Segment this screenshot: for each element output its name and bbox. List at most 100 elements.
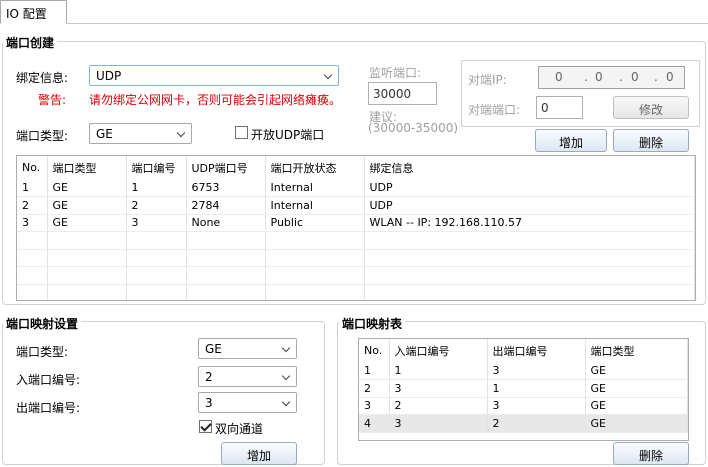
cell: GE: [47, 214, 127, 232]
table-row[interactable]: 1 1 3 GE: [359, 362, 688, 380]
table-row[interactable]: 3 2 3 GE: [359, 397, 688, 415]
table-row-empty: [17, 231, 695, 250]
listen-port-label: 监听端口:: [369, 66, 422, 80]
col-header: No.: [359, 339, 390, 362]
col-header: No.: [17, 156, 48, 179]
chevron-down-icon: [176, 128, 186, 138]
bind-info-value: UDP: [96, 69, 122, 83]
in-port-value: 2: [205, 370, 213, 384]
cell: GE: [47, 179, 127, 197]
tab-io-config[interactable]: IO 配置: [0, 0, 67, 24]
peer-ip-part-4: 0: [666, 70, 674, 84]
cell: 2: [17, 196, 48, 215]
map-table-header: No. 入端口编号 出端口编号 端口类型: [359, 339, 688, 362]
cell: 6753: [186, 179, 266, 197]
peer-port-label: 对端端口:: [468, 103, 521, 117]
chevron-down-icon: [323, 70, 333, 80]
modify-button[interactable]: 修改: [613, 96, 689, 119]
port-table-header: No. 端口类型 端口编号 UDP端口号 端口开放状态 绑定信息: [17, 156, 695, 179]
peer-ip-dot: .: [654, 70, 658, 84]
cell: GE: [585, 362, 688, 380]
table-row[interactable]: 3 GE 3 None Public WLAN -- IP: 192.168.1…: [17, 214, 695, 232]
peer-ip-input[interactable]: 0 . 0 . 0 . 0: [538, 66, 685, 89]
cell: 3: [487, 362, 586, 380]
port-create-legend: 端口创建: [3, 34, 58, 51]
out-port-label: 出端口编号:: [16, 401, 81, 415]
map-type-label: 端口类型:: [16, 345, 69, 359]
cell: GE: [47, 196, 127, 215]
map-table: No. 入端口编号 出端口编号 端口类型 1 1 3 GE 2 3 1 GE 3…: [358, 338, 689, 441]
table-row-empty: [17, 284, 695, 300]
cell: 3: [487, 397, 586, 415]
chevron-down-icon: [281, 343, 291, 353]
table-row-empty: [17, 266, 695, 285]
cell: 3: [389, 414, 488, 433]
cell: Internal: [265, 179, 365, 197]
table-row-empty: [17, 249, 695, 267]
peer-port-input[interactable]: 0: [536, 96, 583, 119]
cell: GE: [585, 414, 688, 433]
add-port-button[interactable]: 增加: [535, 129, 607, 152]
cell: WLAN -- IP: 192.168.110.57: [364, 214, 695, 232]
tab-label: IO 配置: [6, 7, 47, 21]
cell: 3: [126, 214, 187, 232]
add-mapping-button[interactable]: 增加: [221, 442, 297, 465]
col-header: UDP端口号: [186, 156, 266, 179]
cell: GE: [585, 397, 688, 415]
warning-label: 警告:: [38, 93, 67, 107]
col-header: 出端口编号: [487, 339, 586, 362]
bind-info-select[interactable]: UDP: [89, 65, 339, 86]
col-header: 端口类型: [47, 156, 127, 179]
peer-ip-label: 对端IP:: [468, 73, 507, 87]
chevron-down-icon: [281, 371, 291, 381]
port-map-table-legend: 端口映射表: [339, 315, 406, 332]
out-port-select[interactable]: 3: [198, 392, 297, 413]
listen-port-input[interactable]: 30000: [368, 82, 437, 105]
chevron-down-icon: [281, 397, 291, 407]
cell: 1: [359, 362, 390, 380]
peer-ip-part-3: 0: [631, 70, 639, 84]
col-header: 端口编号: [126, 156, 187, 179]
cell: 2: [359, 379, 390, 398]
bidirectional-label: 双向通道: [215, 422, 264, 436]
bidirectional-checkbox[interactable]: [199, 420, 212, 433]
cell: 1: [389, 362, 488, 380]
peer-port-value: 0: [541, 101, 549, 115]
table-row[interactable]: 2 3 1 GE: [359, 379, 688, 398]
bind-info-label: 绑定信息:: [16, 71, 69, 85]
cell: GE: [585, 379, 688, 398]
col-header: 端口开放状态: [265, 156, 365, 179]
port-type-select[interactable]: GE: [89, 123, 192, 144]
cell: Public: [265, 214, 365, 232]
cell: 1: [487, 379, 586, 398]
in-port-select[interactable]: 2: [198, 366, 297, 387]
col-header: 端口类型: [585, 339, 688, 362]
tab-bar: [0, 0, 708, 24]
cell: 3: [17, 214, 48, 232]
cell: 3: [359, 397, 390, 415]
cell: Internal: [265, 196, 365, 215]
peer-ip-part-1: 0: [555, 70, 563, 84]
delete-mapping-button[interactable]: 删除: [613, 442, 689, 465]
cell: 3: [389, 379, 488, 398]
peer-ip-dot: .: [619, 70, 623, 84]
delete-port-button[interactable]: 删除: [613, 129, 689, 152]
listen-port-value: 30000: [373, 87, 412, 101]
table-row[interactable]: 1 GE 1 6753 Internal UDP: [17, 179, 695, 197]
in-port-label: 入端口编号:: [16, 373, 81, 387]
cell: UDP: [364, 196, 695, 215]
port-table: No. 端口类型 端口编号 UDP端口号 端口开放状态 绑定信息 1 GE 1 …: [16, 155, 696, 301]
peer-ip-dot: .: [584, 70, 588, 84]
port-map-settings-legend: 端口映射设置: [3, 315, 82, 332]
cell: None: [186, 214, 266, 232]
port-type-value: GE: [96, 127, 113, 141]
cell: UDP: [364, 179, 695, 197]
open-udp-checkbox[interactable]: [235, 126, 248, 139]
map-type-select[interactable]: GE: [198, 338, 297, 359]
warning-text: 请勿绑定公网网卡，否则可能会引起网络瘫痪。: [89, 93, 342, 107]
table-row[interactable]: 2 GE 2 2784 Internal UDP: [17, 196, 695, 215]
cell: 4: [359, 414, 390, 433]
peer-ip-part-2: 0: [595, 70, 603, 84]
table-row-selected[interactable]: 4 3 2 GE: [359, 414, 688, 433]
map-type-value: GE: [205, 342, 222, 356]
